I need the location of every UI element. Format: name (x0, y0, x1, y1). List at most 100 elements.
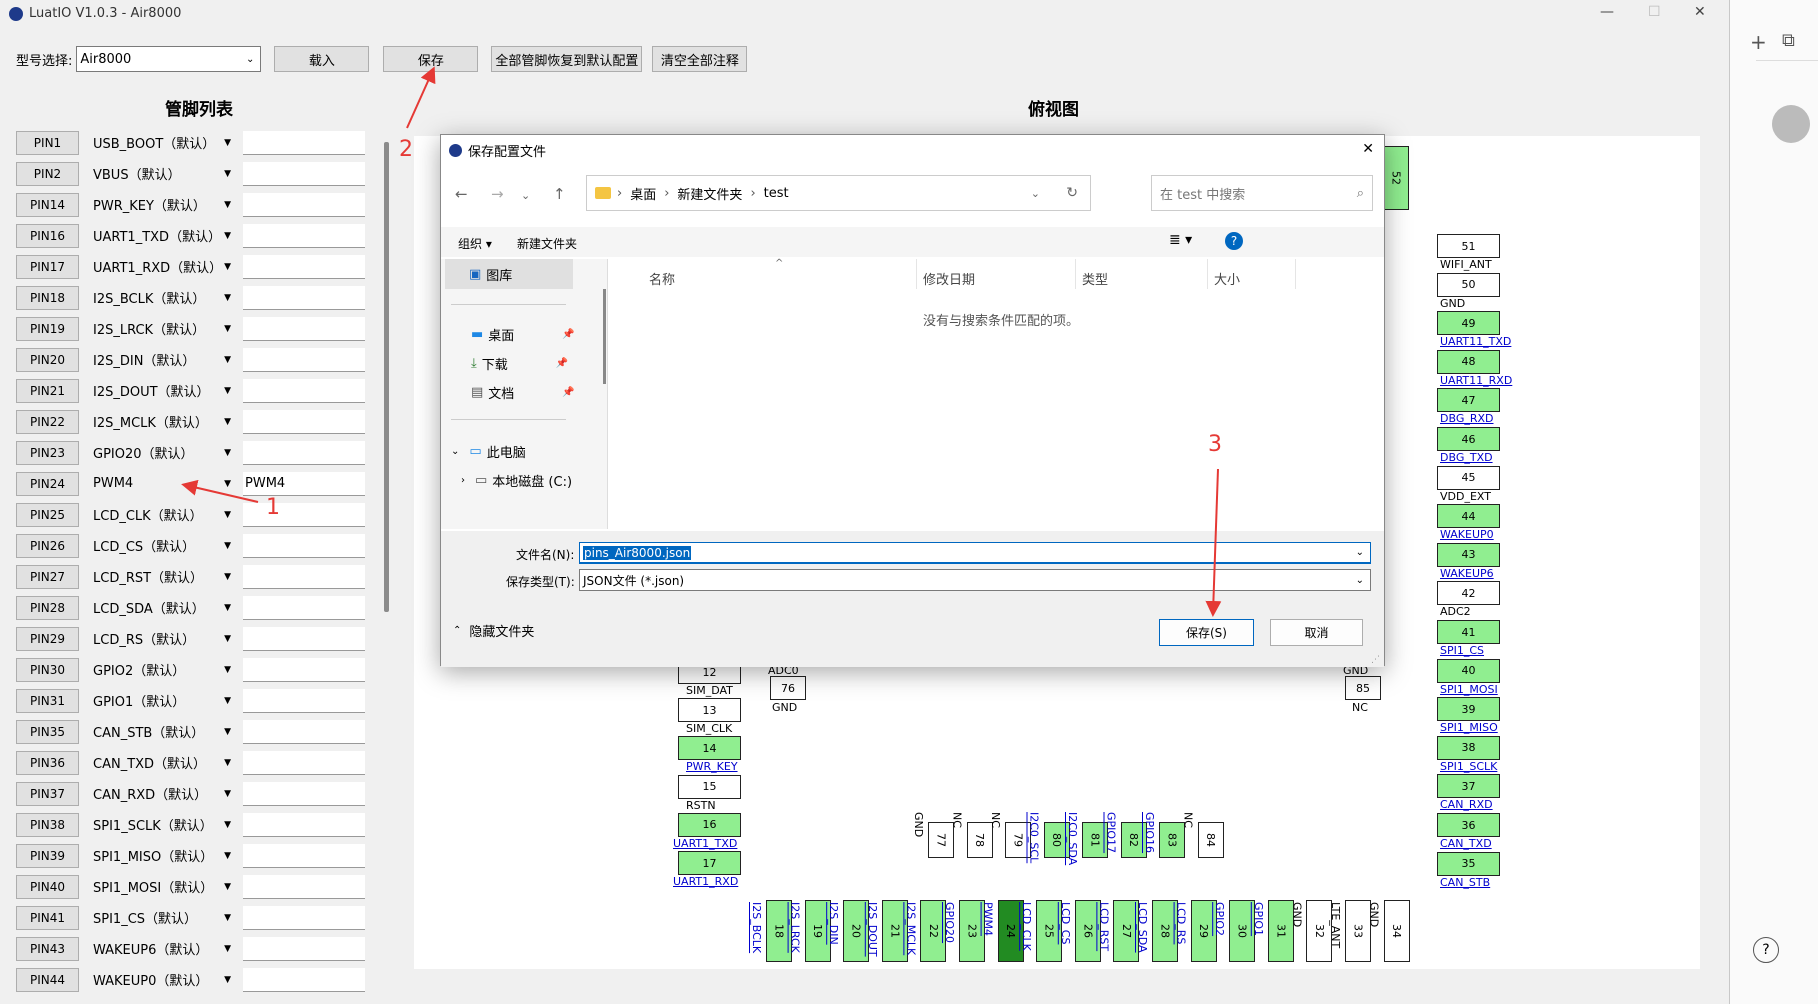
pin-note-input[interactable] (243, 223, 365, 248)
avatar[interactable] (1772, 105, 1810, 143)
chip-pin-36[interactable]: 36 (1437, 813, 1500, 837)
pin-note-input[interactable] (243, 719, 365, 744)
up-arrow-icon[interactable]: ↑ (553, 185, 566, 203)
chip-pin-44[interactable]: 44 (1437, 504, 1500, 529)
pin-function-select[interactable]: I2S_MCLK（默认） ▼ (85, 410, 235, 434)
pin-note-input[interactable] (243, 688, 365, 713)
pin-function-select[interactable]: GPIO1（默认） ▼ (85, 689, 235, 713)
nav-downloads[interactable]: ⤓ 下载 📌 (471, 354, 568, 373)
pin-button[interactable]: PIN38 (16, 812, 79, 837)
close-button[interactable]: ✕ (1694, 4, 1706, 20)
pin-button[interactable]: PIN26 (16, 533, 79, 558)
pin-note-input[interactable] (243, 657, 365, 682)
breadcrumb-new-folder[interactable]: 新建文件夹 (677, 184, 742, 203)
chip-pin-76[interactable]: 76 (770, 676, 806, 700)
pin-note-input[interactable] (243, 161, 365, 186)
nav-documents[interactable]: ▤ 文档 📌 (471, 383, 575, 402)
pin-list-scrollbar[interactable] (384, 142, 389, 612)
pin-function-select[interactable]: GPIO2（默认） ▼ (85, 658, 235, 682)
pin-button[interactable]: PIN40 (16, 874, 79, 899)
chip-pin-34[interactable]: 34 (1383, 900, 1410, 962)
chip-pin-39[interactable]: 39 (1437, 697, 1500, 722)
column-modified[interactable]: 修改日期 (923, 269, 975, 288)
chip-pin-17[interactable]: 17 (678, 851, 741, 875)
pin-function-select[interactable]: LCD_RST（默认） ▼ (85, 565, 235, 589)
pin-button[interactable]: PIN30 (16, 657, 79, 682)
chip-pin-43[interactable]: 43 (1437, 542, 1500, 567)
column-type[interactable]: 类型 (1082, 269, 1108, 288)
pin-button[interactable]: PIN29 (16, 626, 79, 651)
pin-function-select[interactable]: I2S_DOUT（默认） ▼ (85, 379, 235, 403)
pin-note-input[interactable] (243, 595, 365, 620)
chip-pin-40[interactable]: 40 (1437, 658, 1500, 683)
pin-note-input[interactable] (243, 378, 365, 403)
chip-pin-46[interactable]: 46 (1437, 427, 1500, 451)
pin-button[interactable]: PIN37 (16, 781, 79, 806)
pin-note-input[interactable] (243, 533, 365, 558)
pin-note-input[interactable] (243, 781, 365, 806)
pin-button[interactable]: PIN39 (16, 843, 79, 868)
pin-note-input[interactable] (243, 905, 365, 930)
help-icon[interactable]: ? (1225, 232, 1243, 250)
address-bar[interactable]: › 桌面 › 新建文件夹 › test ⌄ ↻ (586, 175, 1091, 211)
chip-pin-13[interactable]: 13 (678, 698, 741, 723)
pin-note-input[interactable]: PWM4 (243, 471, 365, 496)
pin-note-input[interactable] (243, 967, 365, 992)
plus-icon[interactable]: + (1750, 30, 1767, 54)
pin-function-select[interactable]: LCD_SDA（默认） ▼ (85, 596, 235, 620)
chip-pin-85[interactable]: 85 (1345, 676, 1381, 700)
chip-pin-37[interactable]: 37 (1437, 774, 1500, 799)
dialog-save-button[interactable]: 保存(S) (1159, 619, 1254, 646)
pin-button[interactable]: PIN25 (16, 502, 79, 527)
pin-note-input[interactable] (243, 316, 365, 341)
pin-note-input[interactable] (243, 812, 365, 837)
pin-button[interactable]: PIN22 (16, 409, 79, 434)
pin-button[interactable]: PIN41 (16, 905, 79, 930)
pin-function-select[interactable]: PWM4 ▼ (85, 472, 235, 496)
pin-function-select[interactable]: I2S_LRCK（默认） ▼ (85, 317, 235, 341)
pin-note-input[interactable] (243, 843, 365, 868)
chip-pin-49[interactable]: 49 (1437, 311, 1500, 336)
pin-note-input[interactable] (243, 130, 365, 155)
chip-pin-84[interactable]: 84 (1197, 822, 1224, 858)
pin-function-select[interactable]: USB_BOOT（默认） ▼ (85, 131, 235, 155)
pin-function-select[interactable]: I2S_BCLK（默认） ▼ (85, 286, 235, 310)
resize-grip-icon[interactable]: ⋰ (1371, 655, 1380, 665)
column-name[interactable]: 名称 (649, 269, 675, 288)
pin-button[interactable]: PIN18 (16, 285, 79, 310)
pin-button[interactable]: PIN16 (16, 223, 79, 248)
breadcrumb-desktop[interactable]: 桌面 (630, 184, 656, 203)
pin-function-select[interactable]: PWR_KEY（默认） ▼ (85, 193, 235, 217)
pin-function-select[interactable]: CAN_TXD（默认） ▼ (85, 751, 235, 775)
chip-pin-38[interactable]: 38 (1437, 735, 1500, 760)
pin-note-input[interactable] (243, 192, 365, 217)
chip-pin-15[interactable]: 15 (678, 774, 741, 799)
pin-function-select[interactable]: GPIO20（默认） ▼ (85, 441, 235, 465)
pin-note-input[interactable] (243, 936, 365, 961)
pin-function-select[interactable]: UART1_RXD（默认） ▼ (85, 255, 235, 279)
chip-pin-35[interactable]: 35 (1437, 851, 1500, 876)
pin-button[interactable]: PIN36 (16, 750, 79, 775)
pin-function-select[interactable]: VBUS（默认） ▼ (85, 162, 235, 186)
pin-note-input[interactable] (243, 440, 365, 465)
refresh-icon[interactable]: ↻ (1066, 185, 1078, 201)
pin-function-select[interactable]: SPI1_CS（默认） ▼ (85, 906, 235, 930)
pin-button[interactable]: PIN44 (16, 967, 79, 992)
chip-pin-51[interactable]: 51 (1437, 234, 1500, 258)
pin-note-input[interactable] (243, 285, 365, 310)
pin-function-select[interactable]: SPI1_SCLK（默认） ▼ (85, 813, 235, 837)
chip-pin-52[interactable]: 52 (1383, 146, 1409, 210)
pin-button[interactable]: PIN1 (16, 130, 79, 155)
pin-function-select[interactable]: LCD_CLK（默认） ▼ (85, 503, 235, 527)
pin-button[interactable]: PIN31 (16, 688, 79, 713)
pin-button[interactable]: PIN17 (16, 254, 79, 279)
pin-button[interactable]: PIN19 (16, 316, 79, 341)
chip-pin-45[interactable]: 45 (1437, 465, 1500, 490)
pin-function-select[interactable]: UART1_TXD（默认） ▼ (85, 224, 235, 248)
help-circle-icon[interactable]: ? (1753, 937, 1779, 963)
chip-pin-41[interactable]: 41 (1437, 620, 1500, 644)
pin-function-select[interactable]: I2S_DIN（默认） ▼ (85, 348, 235, 372)
pin-note-input[interactable] (243, 874, 365, 899)
pin-note-input[interactable] (243, 626, 365, 651)
pin-note-input[interactable] (243, 750, 365, 775)
